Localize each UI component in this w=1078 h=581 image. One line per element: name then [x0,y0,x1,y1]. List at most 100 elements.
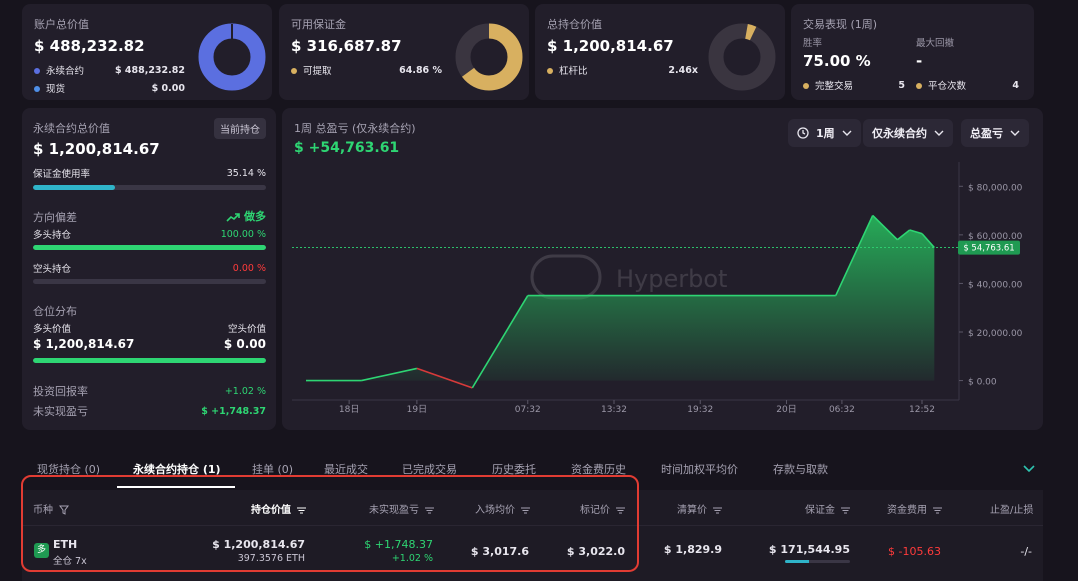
sort-icon [841,507,851,513]
col-liq-price[interactable]: 清算价 [677,501,723,516]
long-value-label: 多头价值 [33,324,72,335]
distribution-bar [33,358,266,363]
tab-deposits-withdrawals[interactable]: 存款与取款 [773,461,828,477]
col-margin-label: 保证金 [805,505,835,516]
long-bar [33,245,266,250]
drawdown-label: 最大回撤 [916,38,955,49]
distribution-label: 仓位分布 [33,305,77,318]
available-margin-card: 可用保证金 $ 316,687.87 可提取 64.86 % [279,4,529,100]
y-tick-label: $ 20,000.00 [968,329,1023,339]
col-funding[interactable]: 资金费用 [887,501,943,516]
close-value: 4 [1012,79,1019,91]
withdrawable-row: 可提取 64.86 % [291,63,442,77]
y-tick-label: $ 80,000.00 [968,183,1023,193]
pnl-chart: Hyperbot $ 80,000.00 $ 60,000.00 $ 40,000.… [292,162,1023,415]
winrate-value: 75.00 % [803,52,871,70]
long-label: 多头持仓 [33,230,72,241]
spot-value: $ 0.00 [151,82,185,94]
x-tick-label: 06:32 [829,405,855,415]
roi-label: 投资回报率 [33,385,88,398]
account-value-card: 账户总价值 $ 488,232.82 永续合约 $ 488,232.82 现货 … [22,4,272,100]
winrate-label: 胜率 [803,38,823,49]
withdrawable-value: 64.86 % [399,64,442,76]
perp-panel-title: 永续合约总价值 [33,122,110,135]
long-pct: 100.00 % [220,228,266,240]
margin-usage-label: 保证金使用率 [33,169,91,180]
perp-row: 永续合约 $ 488,232.82 [34,63,185,77]
close-row: 平仓次数 4 [916,78,1019,92]
current-position-badge[interactable]: 当前持仓 [214,118,266,139]
upnl-value: $ +1,748.37 [201,405,266,417]
row-margin: $ 171,544.95 [768,543,850,556]
spot-label: 现货 [46,84,66,95]
row-funding: $ -105.63 [888,545,941,558]
trend-up-icon [226,213,240,222]
chart-watermark: Hyperbot [530,254,727,300]
perp-label: 永续合约 [46,66,85,77]
account-value: $ 488,232.82 [34,37,145,55]
total-holdings-card: 总持仓价值 $ 1,200,814.67 杠杆比 2.46x [535,4,785,100]
leverage-row: 杠杆比 2.46x [547,63,698,77]
leverage-value: 2.46x [668,64,698,76]
short-pct: 0.00 % [232,262,266,274]
col-margin[interactable]: 保证金 [805,501,851,516]
col-tpsl: 止盈/止损 [990,505,1034,516]
margin-donut [455,23,523,91]
x-tick-label: 07:32 [515,405,541,415]
x-tick-label: 12:52 [909,405,935,415]
completed-value: 5 [898,79,905,91]
leverage-label: 杠杆比 [559,66,588,77]
perp-summary-panel: 永续合约总价值 当前持仓 $ 1,200,814.67 保证金使用率 35.14… [22,108,276,430]
tab-twap[interactable]: 时间加权平均价 [661,461,738,477]
margin-usage-row: 保证金使用率 35.14 % [33,166,266,181]
bias-text: 做多 [244,210,266,223]
x-tick-label: 19日 [407,404,427,415]
x-tick-label: 19:32 [687,405,713,415]
withdrawable-label: 可提取 [303,66,332,77]
short-value: $ 0.00 [223,337,266,351]
trading-title: 交易表现 (1周) [803,18,878,31]
col-funding-label: 资金费用 [887,505,927,516]
roi-row: 投资回报率 +1.02 % [33,383,266,399]
watermark-text: Hyperbot [616,265,727,293]
row-liq: $ 1,829.9 [663,543,722,556]
completed-label: 完整交易 [815,81,854,92]
completed-row: 完整交易 5 [803,78,905,92]
holdings-title: 总持仓价值 [547,18,602,31]
y-tick-label: $ 60,000.00 [968,232,1023,242]
row-margin-bar [785,560,850,563]
margin-title: 可用保证金 [291,18,346,31]
x-tick-label: 13:32 [601,405,627,415]
account-value-title: 账户总价值 [34,18,89,31]
upnl-label: 未实现盈亏 [33,405,88,418]
sort-icon [933,507,943,513]
trading-performance-card: 交易表现 (1周) 胜率 75.00 % 最大回撤 - 完整交易 5 平仓次数 … [791,4,1034,100]
short-row: 空头持仓 0.00 % [33,261,266,276]
last-value-label: $ 54,763.61 [963,244,1014,254]
margin-usage-bar [33,185,266,190]
col-liq-label: 清算价 [677,505,707,516]
sort-icon [713,507,723,513]
collapse-chevron-icon[interactable] [1023,465,1035,473]
roi-value: +1.02 % [224,385,266,397]
y-tick-label: $ 40,000.00 [968,280,1023,290]
pnl-area [306,215,935,388]
row-tpsl[interactable]: -/- [1020,545,1032,558]
highlight-box [21,475,639,572]
short-label: 空头持仓 [33,264,72,275]
margin-value: $ 316,687.87 [291,37,402,55]
spot-row: 现货 $ 0.00 [34,81,185,95]
account-donut [198,23,266,91]
upnl-row: 未实现盈亏 $ +1,748.37 [33,403,266,419]
perp-value: $ 488,232.82 [114,64,185,76]
x-tick-label: 20日 [776,404,796,415]
pnl-chart-panel: 1周 总盈亏 (仅永续合约) $ +54,763.61 1周 仅永续合约 总盈亏… [282,108,1043,430]
perp-panel-value: $ 1,200,814.67 [33,140,160,158]
bias-value: 做多 [226,208,266,224]
holdings-value: $ 1,200,814.67 [547,37,674,55]
short-bar [33,279,266,284]
long-row: 多头持仓 100.00 % [33,227,266,242]
close-label: 平仓次数 [928,81,967,92]
x-tick-label: 18日 [339,404,359,415]
margin-usage-value: 35.14 % [226,167,266,179]
